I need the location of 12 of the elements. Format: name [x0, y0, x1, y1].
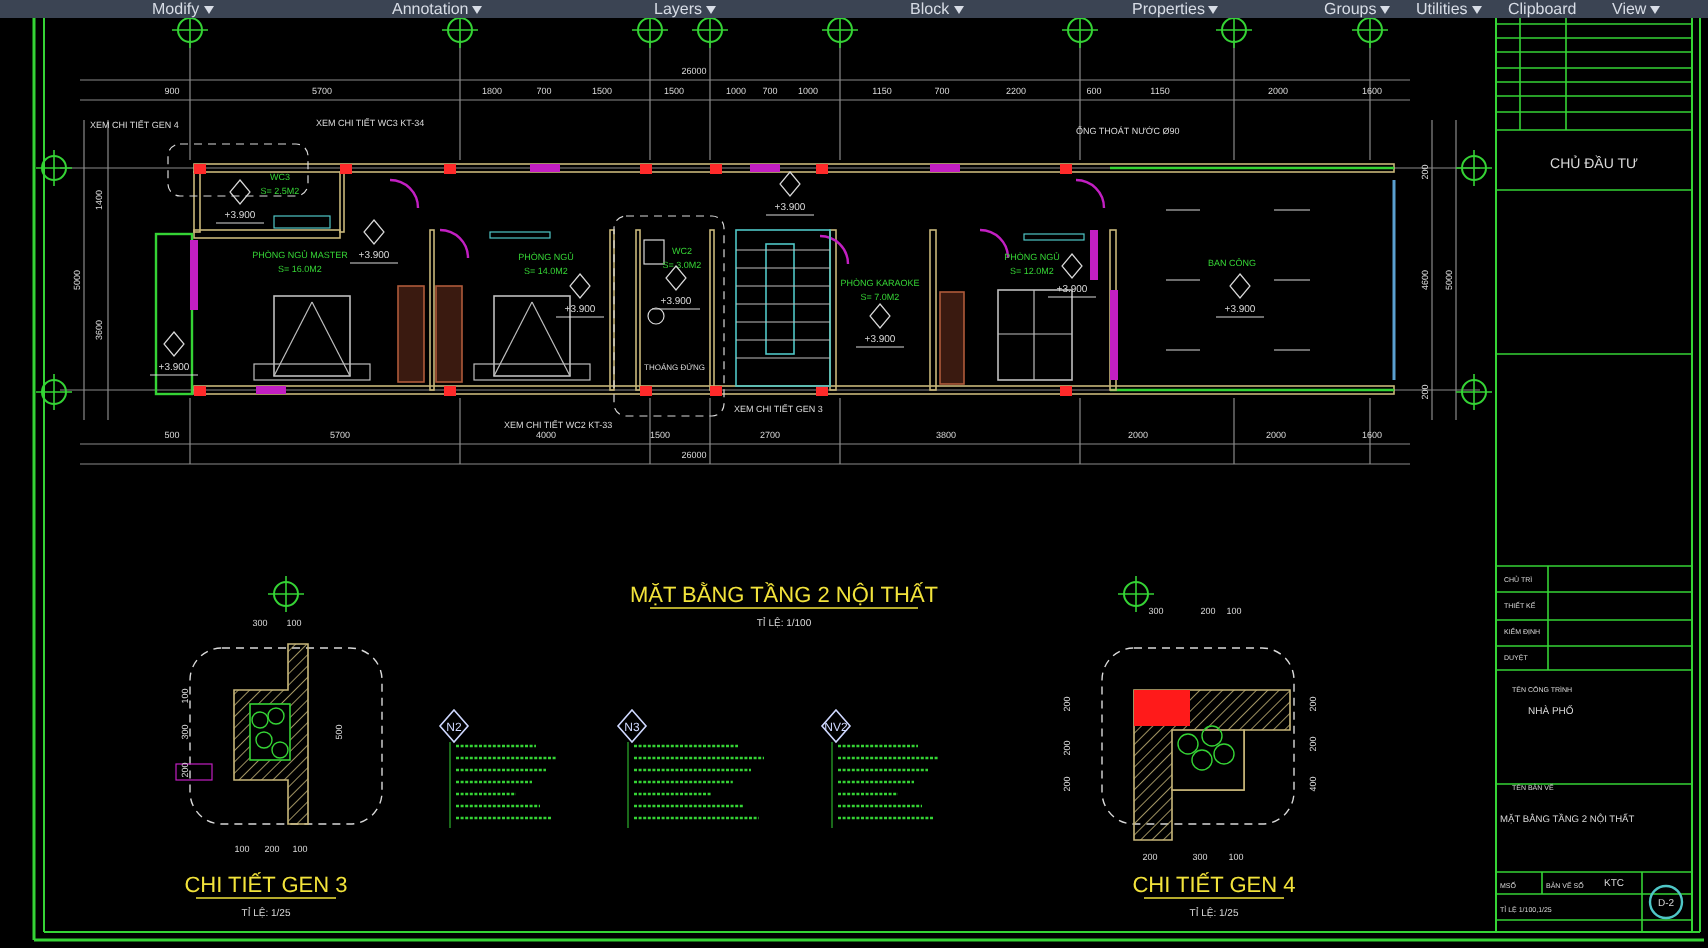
ribbon-panel-tab[interactable]: Layers: [654, 0, 717, 18]
ribbon-panel-tab[interactable]: Modify: [152, 0, 214, 18]
ribbon-panel-tab[interactable]: Utilities: [1416, 0, 1482, 18]
ribbon-panel-tab[interactable]: Annotation: [392, 0, 483, 18]
ribbon-panel-tab[interactable]: Clipboard: [1508, 0, 1577, 18]
detail-title: CHI TIẾT GEN 3: [184, 874, 348, 898]
ribbon-panel-tab[interactable]: Groups: [1324, 0, 1391, 18]
drawing-title: MẶT BẰNG TẦNG 2 NỘI THẤT: [629, 584, 939, 608]
detail-title: CHI TIẾT GEN 4: [1132, 874, 1296, 898]
ribbon-panel-tab[interactable]: Block: [910, 0, 964, 18]
ribbon-panel-tab[interactable]: View: [1612, 0, 1661, 18]
ribbon-panel-tab[interactable]: Properties: [1132, 0, 1219, 18]
